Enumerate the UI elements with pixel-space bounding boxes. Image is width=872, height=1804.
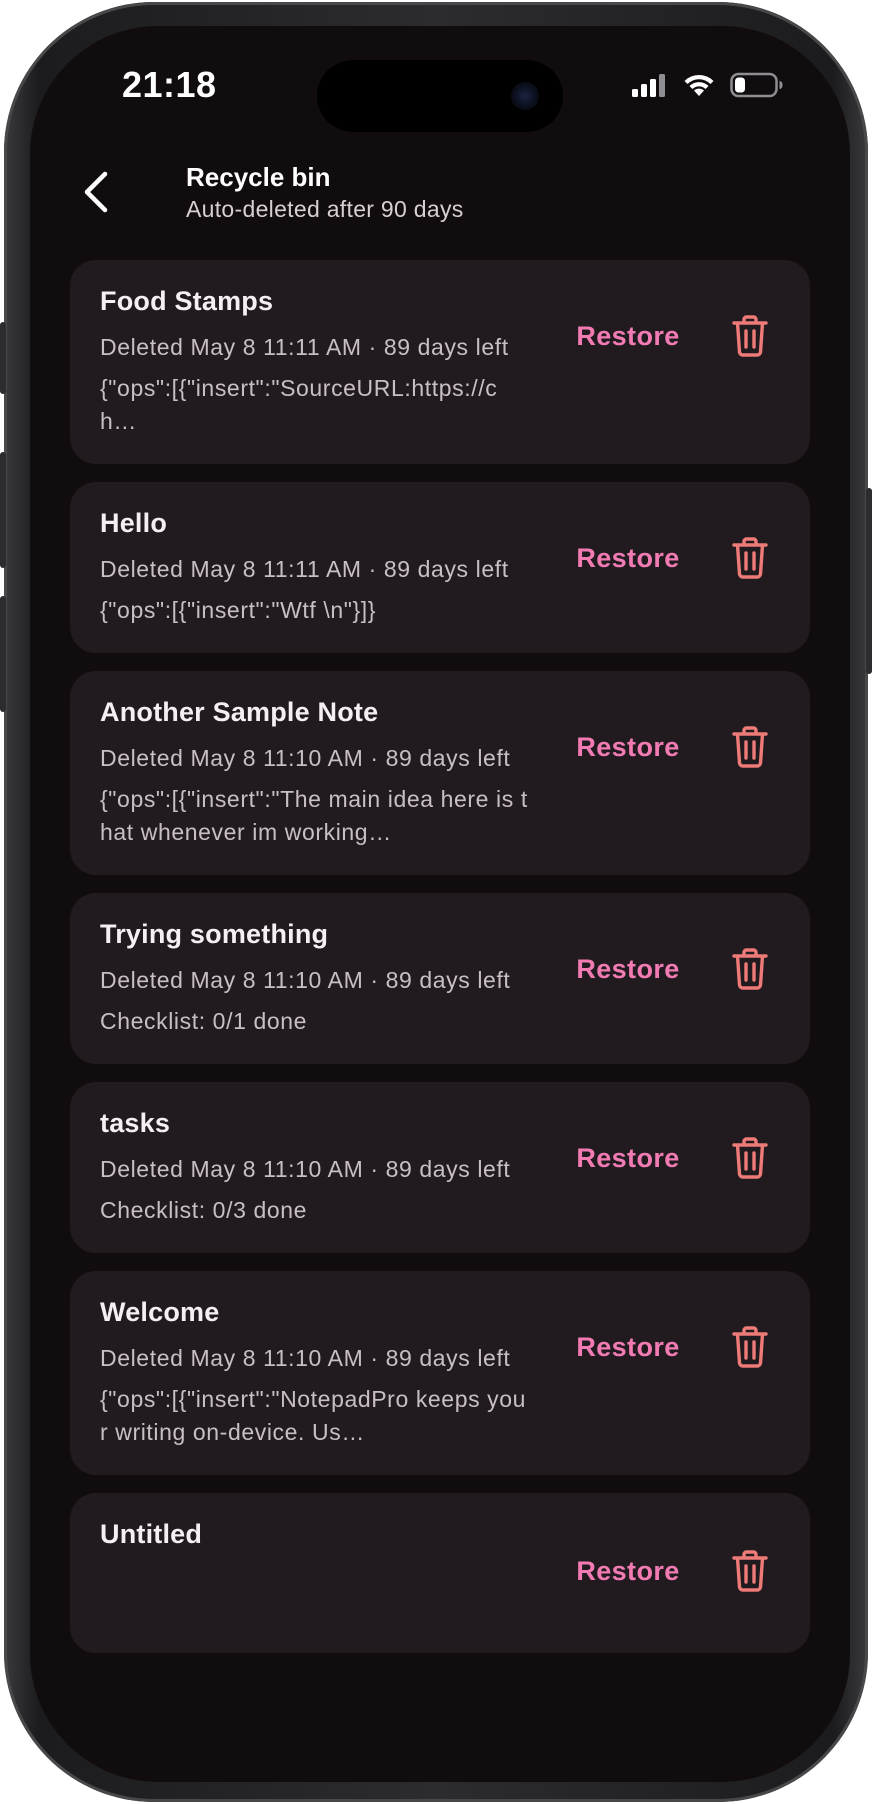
- deleted-note-card: Hello Deleted May 8 11:11 AM · 89 days l…: [70, 482, 810, 653]
- note-text: Trying something Deleted May 8 11:10 AM …: [100, 919, 530, 1038]
- note-text: Untitled: [100, 1519, 530, 1550]
- note-deleted-info: Deleted May 8 11:10 AM · 89 days left: [100, 745, 511, 771]
- deleted-note-card: tasks Deleted May 8 11:10 AM · 89 days l…: [70, 1082, 810, 1253]
- delete-forever-button[interactable]: [726, 945, 774, 993]
- back-button[interactable]: [72, 168, 120, 216]
- note-preview: {"ops":[{"insert":"The main idea here is…: [100, 786, 528, 845]
- trash-icon: [732, 726, 768, 768]
- trash-icon: [732, 315, 768, 357]
- deleted-note-card: Welcome Deleted May 8 11:10 AM · 89 days…: [70, 1271, 810, 1475]
- volume-down-button: [0, 596, 6, 712]
- delete-forever-button[interactable]: [726, 1547, 774, 1595]
- status-icons: [632, 70, 784, 100]
- battery-icon: [730, 72, 783, 98]
- note-title: Trying something: [100, 919, 329, 949]
- trash-icon: [732, 1326, 768, 1368]
- note-title: tasks: [100, 1108, 171, 1138]
- page-subtitle: Auto-deleted after 90 days: [186, 196, 464, 222]
- page-title: Recycle bin: [186, 162, 331, 192]
- deleted-note-card: Untitled Restore: [70, 1493, 810, 1653]
- trash-icon: [732, 1137, 768, 1179]
- trash-icon: [732, 1550, 768, 1592]
- deleted-note-card: Another Sample Note Deleted May 8 11:10 …: [70, 671, 810, 875]
- restore-button[interactable]: Restore: [566, 321, 690, 352]
- volume-up-button: [0, 452, 6, 568]
- delete-forever-button[interactable]: [726, 534, 774, 582]
- note-title: Food Stamps: [100, 286, 274, 316]
- note-text: tasks Deleted May 8 11:10 AM · 89 days l…: [100, 1108, 530, 1227]
- restore-button[interactable]: Restore: [566, 543, 690, 574]
- delete-forever-button[interactable]: [726, 1134, 774, 1182]
- app-header: Recycle bin Auto-deleted after 90 days: [30, 146, 850, 246]
- note-deleted-info: Deleted May 8 11:11 AM · 89 days left: [100, 334, 509, 360]
- wifi-icon: [684, 74, 714, 96]
- restore-button[interactable]: Restore: [566, 732, 690, 763]
- trash-icon: [732, 537, 768, 579]
- delete-forever-button[interactable]: [726, 312, 774, 360]
- trash-icon: [732, 948, 768, 990]
- phone-frame: 21:18 Recycle bin Auto-deleted after 90 …: [0, 2, 872, 1802]
- note-deleted-info: Deleted May 8 11:10 AM · 89 days left: [100, 1345, 511, 1371]
- deleted-note-card: Food Stamps Deleted May 8 11:11 AM · 89 …: [70, 260, 810, 464]
- delete-forever-button[interactable]: [726, 723, 774, 771]
- camera-icon: [511, 82, 539, 110]
- deleted-notes-list: Food Stamps Deleted May 8 11:11 AM · 89 …: [70, 260, 810, 1671]
- deleted-note-card: Trying something Deleted May 8 11:10 AM …: [70, 893, 810, 1064]
- note-text: Welcome Deleted May 8 11:10 AM · 89 days…: [100, 1297, 530, 1449]
- note-preview: Checklist: 0/1 done: [100, 1008, 308, 1034]
- screen: 21:18 Recycle bin Auto-deleted after 90 …: [30, 26, 850, 1782]
- note-text: Another Sample Note Deleted May 8 11:10 …: [100, 697, 530, 849]
- note-preview: {"ops":[{"insert":"SourceURL:https://ch…: [100, 375, 498, 434]
- cellular-signal-icon: [632, 74, 665, 97]
- note-deleted-info: Deleted May 8 11:10 AM · 89 days left: [100, 967, 511, 993]
- action-button: [0, 322, 6, 394]
- chevron-left-icon: [84, 171, 108, 213]
- note-deleted-info: Deleted May 8 11:11 AM · 89 days left: [100, 556, 509, 582]
- power-button: [866, 488, 872, 674]
- note-preview: {"ops":[{"insert":"NotepadPro keeps your…: [100, 1386, 527, 1445]
- restore-button[interactable]: Restore: [566, 1143, 690, 1174]
- restore-button[interactable]: Restore: [566, 1556, 690, 1587]
- dynamic-island: [317, 60, 563, 132]
- note-text: Hello Deleted May 8 11:11 AM · 89 days l…: [100, 508, 530, 627]
- restore-button[interactable]: Restore: [566, 954, 690, 985]
- status-time: 21:18: [122, 64, 217, 105]
- note-preview: Checklist: 0/3 done: [100, 1197, 308, 1223]
- note-title: Another Sample Note: [100, 697, 379, 727]
- delete-forever-button[interactable]: [726, 1323, 774, 1371]
- note-text: Food Stamps Deleted May 8 11:11 AM · 89 …: [100, 286, 530, 438]
- note-title: Untitled: [100, 1519, 203, 1549]
- note-deleted-info: Deleted May 8 11:10 AM · 89 days left: [100, 1156, 511, 1182]
- note-preview: {"ops":[{"insert":"Wtf \n"}]}: [100, 597, 377, 623]
- note-title: Hello: [100, 508, 168, 538]
- note-title: Welcome: [100, 1297, 220, 1327]
- restore-button[interactable]: Restore: [566, 1332, 690, 1363]
